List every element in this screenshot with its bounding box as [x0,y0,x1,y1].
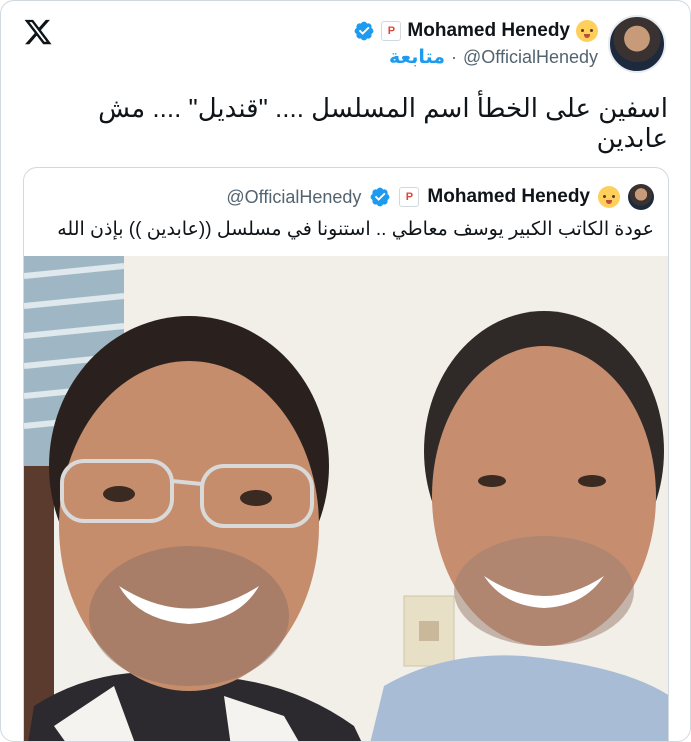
separator-dot: · [451,46,457,67]
avatar[interactable] [608,15,666,73]
quoted-display-name[interactable]: Mohamed Henedy [427,186,590,208]
verified-badge-icon [371,187,390,207]
quoted-tweet-header: Mohamed Henedy P @OfficialHenedy [226,184,654,210]
verified-badge-icon [355,21,374,40]
quoted-avatar[interactable] [628,184,654,210]
tweet-author: Mohamed Henedy P @OfficialHenedy · متابع… [353,15,666,73]
quoted-handle[interactable]: @OfficialHenedy [226,187,361,208]
quoted-tweet[interactable]: Mohamed Henedy P @OfficialHenedy عودة ال… [23,167,669,741]
author-handle[interactable]: @OfficialHenedy [463,47,598,68]
selfie-illustration [24,256,668,741]
author-handle-row: @OfficialHenedy · متابعة [389,46,598,69]
affiliate-badge-icon: P [381,20,402,41]
author-name-row[interactable]: Mohamed Henedy P [353,19,598,42]
baby-emoji-icon [576,19,598,42]
baby-emoji-icon [598,186,620,208]
quoted-tweet-text: عودة الكاتب الكبير يوسف معاطي .. استنونا… [57,219,654,240]
tweet-card: Mohamed Henedy P @OfficialHenedy · متابع… [0,0,691,742]
affiliate-badge-icon: P [399,187,420,207]
selfie-photo[interactable] [24,256,668,741]
tweet-text: اسفين على الخطأ اسم المسلسل .... "قنديل"… [98,93,668,153]
author-display-name[interactable]: Mohamed Henedy [407,20,570,42]
follow-button[interactable]: متابعة [389,46,445,69]
author-names: Mohamed Henedy P @OfficialHenedy · متابع… [353,19,598,69]
x-logo-icon[interactable] [23,17,53,47]
